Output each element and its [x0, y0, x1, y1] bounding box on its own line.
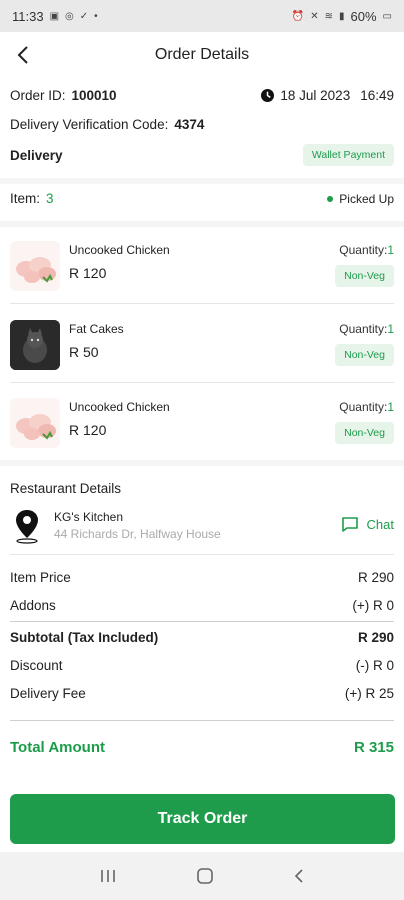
- total-value: R 315: [353, 739, 394, 756]
- item-quantity: Quantity:1: [339, 400, 394, 414]
- track-order-button[interactable]: Track Order: [10, 794, 395, 844]
- order-status: Picked Up: [339, 191, 394, 206]
- item-name: Uncooked Chicken: [69, 400, 170, 414]
- item-divider: [10, 303, 394, 304]
- chicken-image: [10, 241, 60, 291]
- mute-icon: ✕: [310, 10, 319, 22]
- alarm-icon: ⏰: [291, 10, 305, 22]
- restaurant-address: 44 Richards Dr, Halfway House: [54, 527, 221, 541]
- clock-icon: [261, 89, 275, 102]
- list-item[interactable]: Uncooked Chicken R 120 Quantity:1 Non-Ve…: [10, 235, 394, 297]
- quantity-value: 1: [387, 322, 394, 336]
- back-arrow-icon: [17, 46, 28, 64]
- order-id-value: 100010: [71, 88, 117, 103]
- delivery-fee-row: Delivery Fee (+) R 25: [10, 686, 394, 701]
- quantity-label: Quantity:: [339, 322, 388, 336]
- status-time: 11:33: [12, 8, 44, 24]
- restaurant-name: KG's Kitchen: [54, 510, 123, 524]
- addons-value: (+) R 0: [352, 598, 394, 613]
- chat-button[interactable]: Chat: [341, 516, 394, 533]
- restaurant-section-title: Restaurant Details: [10, 481, 394, 496]
- item-price-row: Item Price R 290: [10, 570, 394, 585]
- system-nav-bar: [0, 852, 404, 900]
- payment-badge: Wallet Payment: [302, 144, 394, 166]
- discount-value: (-) R 0: [355, 658, 394, 673]
- quantity-value: 1: [387, 400, 394, 414]
- order-details-content: Order ID: 100010 18 Jul 2023 16:49 Deliv…: [0, 78, 404, 852]
- page-title: Order Details: [154, 46, 250, 63]
- subtotal-label: Subtotal (Tax Included): [10, 630, 159, 645]
- quantity-value: 1: [387, 243, 394, 257]
- section-divider: [0, 221, 404, 227]
- battery-level: 60%: [350, 8, 377, 24]
- addons-label: Addons: [10, 598, 56, 613]
- subtotal-row: Subtotal (Tax Included) R 290: [10, 630, 394, 645]
- section-line: [10, 554, 394, 555]
- app-bar: Order Details: [0, 32, 404, 78]
- items-label: Item:: [10, 191, 41, 206]
- chat-icon: [341, 517, 358, 532]
- status-dot-icon: [327, 195, 334, 202]
- total-label: Total Amount: [10, 739, 105, 756]
- notification-icon: ✓: [79, 10, 89, 22]
- addons-row: Addons (+) R 0: [10, 598, 394, 613]
- delivery-fee-label: Delivery Fee: [10, 686, 86, 701]
- item-name: Uncooked Chicken: [69, 243, 170, 257]
- non-veg-badge: Non-Veg: [335, 265, 394, 287]
- total-row: Total Amount R 315: [10, 739, 394, 756]
- discount-label: Discount: [10, 658, 63, 673]
- verification-row: Delivery Verification Code: 4374: [10, 117, 394, 132]
- recent-apps-icon[interactable]: [99, 869, 117, 883]
- chat-label: Chat: [366, 517, 394, 532]
- subtotal-line: [10, 621, 394, 622]
- wifi-icon: ≋: [324, 10, 333, 22]
- delivery-fee-value: (+) R 25: [344, 686, 394, 701]
- restaurant-row: KG's Kitchen 44 Richards Dr, Halfway Hou…: [10, 506, 394, 546]
- restaurant-section-label: Restaurant Details: [10, 481, 122, 496]
- items-status-row: Item: 3 Picked Up: [10, 191, 394, 206]
- battery-icon: ▭: [382, 10, 392, 22]
- item-price-value: R 290: [357, 570, 394, 585]
- order-time: 16:49: [360, 88, 394, 103]
- order-date: 18 Jul 2023: [280, 88, 351, 103]
- system-back-icon[interactable]: [293, 868, 305, 884]
- verification-code: 4374: [174, 117, 205, 132]
- fat-cakes-image: [10, 320, 60, 370]
- chicken-image: [10, 398, 60, 448]
- dot-icon: •: [94, 10, 98, 22]
- list-item[interactable]: Uncooked Chicken R 120 Quantity:1 Non-Ve…: [10, 392, 394, 454]
- signal-icon: ▮: [339, 10, 345, 22]
- list-item[interactable]: Fat Cakes R 50 Quantity:1 Non-Veg: [10, 314, 394, 376]
- order-id-row: Order ID: 100010 18 Jul 2023 16:49: [10, 88, 394, 103]
- section-divider: [0, 178, 404, 184]
- discount-row: Discount (-) R 0: [10, 658, 394, 673]
- verification-label: Delivery Verification Code:: [10, 117, 169, 132]
- delivery-row: Delivery Wallet Payment: [10, 144, 394, 166]
- item-price: R 120: [69, 265, 107, 281]
- back-button[interactable]: [8, 40, 38, 70]
- item-price: R 120: [69, 422, 107, 438]
- item-name: Fat Cakes: [69, 322, 124, 336]
- non-veg-badge: Non-Veg: [335, 422, 394, 444]
- home-icon[interactable]: [196, 867, 214, 885]
- total-line: [10, 720, 394, 721]
- item-divider: [10, 382, 394, 383]
- order-type: Delivery: [10, 147, 63, 163]
- quantity-label: Quantity:: [339, 400, 388, 414]
- whatsapp-icon: ◎: [65, 10, 74, 22]
- section-divider: [0, 460, 404, 466]
- item-quantity: Quantity:1: [339, 322, 394, 336]
- items-count: 3: [46, 191, 54, 206]
- status-bar: 11:33 ▣ ◎ ✓ • ⏰ ✕ ≋ ▮ 60% ▭: [0, 0, 404, 32]
- item-quantity: Quantity:1: [339, 243, 394, 257]
- gallery-icon: ▣: [49, 10, 60, 22]
- location-pin-icon: [16, 510, 38, 544]
- subtotal-value: R 290: [357, 630, 394, 645]
- non-veg-badge: Non-Veg: [335, 344, 394, 366]
- item-price: R 50: [69, 344, 99, 360]
- order-id-label: Order ID:: [10, 88, 66, 103]
- quantity-label: Quantity:: [339, 243, 388, 257]
- item-price-label: Item Price: [10, 570, 71, 585]
